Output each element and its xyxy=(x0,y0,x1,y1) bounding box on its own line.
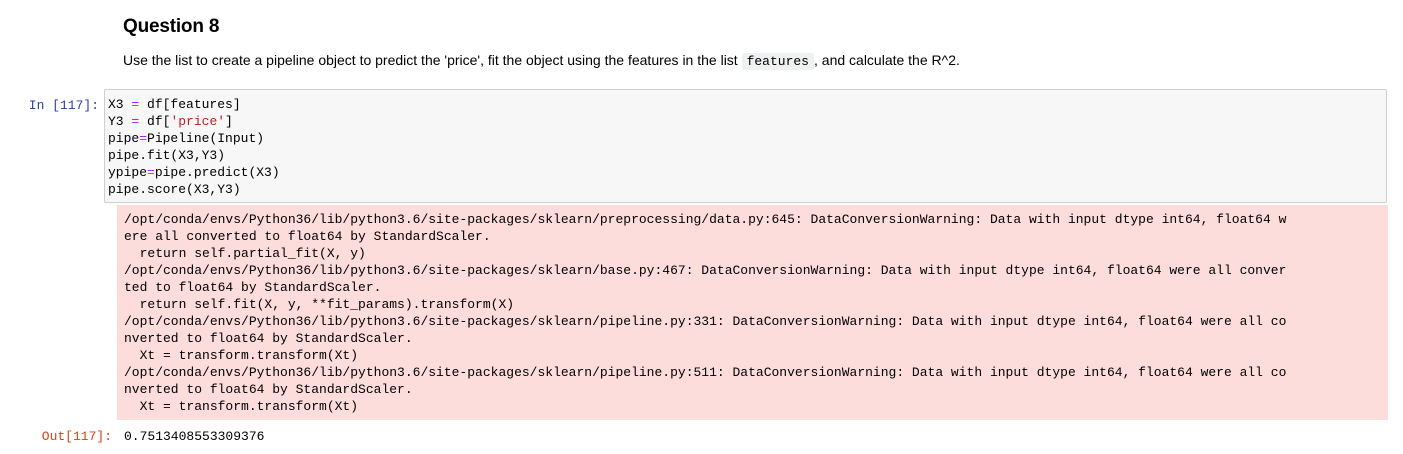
output-prompt: Out[117]: xyxy=(41,429,112,444)
code-token: pipe.predict(X3) xyxy=(154,165,280,180)
code-token: ] xyxy=(225,114,233,129)
stderr-line: Xt = transform.transform(Xt) xyxy=(124,348,359,363)
stderr-line: /opt/conda/envs/Python36/lib/python3.6/s… xyxy=(124,263,1287,278)
stderr-line: nverted to float64 by StandardScaler. xyxy=(124,331,413,346)
description-text-start: Use the list to create a pipeline object… xyxy=(123,52,742,68)
code-token: X3 xyxy=(108,97,132,112)
output-result: 0.7513408553309376 xyxy=(124,429,265,444)
input-prompt: In [117]: xyxy=(28,98,99,113)
code-token: ypipe xyxy=(108,165,148,180)
code-string: 'price' xyxy=(170,114,226,129)
stderr-text: /opt/conda/envs/Python36/lib/python3.6/s… xyxy=(124,211,1286,415)
code-token: df[features] xyxy=(139,97,241,112)
code-token: Y3 xyxy=(108,114,132,129)
code-line: Y3 = df['price'] xyxy=(108,113,280,130)
code-token: pipe xyxy=(108,131,140,146)
code-line: X3 = df[features] xyxy=(108,96,280,113)
code-line: pipe=Pipeline(Input) xyxy=(108,130,280,147)
stderr-line: ted to float64 by StandardScaler. xyxy=(124,280,382,295)
stderr-line: /opt/conda/envs/Python36/lib/python3.6/s… xyxy=(124,365,1287,380)
stderr-line: ere all converted to float64 by Standard… xyxy=(124,229,491,244)
code-line: pipe.score(X3,Y3) xyxy=(108,181,280,198)
code-token: df[ xyxy=(139,114,171,129)
stderr-line: nverted to float64 by StandardScaler. xyxy=(124,382,413,397)
question-description: Use the list to create a pipeline object… xyxy=(123,51,960,71)
stderr-line: return self.partial_fit(X, y) xyxy=(124,246,366,261)
stderr-line: return self.fit(X, y, **fit_params).tran… xyxy=(124,297,515,312)
inline-code-features: features xyxy=(741,53,814,70)
code-token: Pipeline(Input) xyxy=(147,131,265,146)
stderr-line: Xt = transform.transform(Xt) xyxy=(124,399,359,414)
stderr-line: /opt/conda/envs/Python36/lib/python3.6/s… xyxy=(124,212,1287,227)
code-editor[interactable]: X3 = df[features] Y3 = df['price'] pipe=Pi… xyxy=(108,96,280,198)
code-line: ypipe=pipe.predict(X3) xyxy=(108,164,280,181)
stderr-line: /opt/conda/envs/Python36/lib/python3.6/s… xyxy=(124,314,1287,329)
code-input-area[interactable]: X3 = df[features] Y3 = df['price'] pipe=Pi… xyxy=(104,89,1387,203)
stderr-output-area: /opt/conda/envs/Python36/lib/python3.6/s… xyxy=(117,205,1388,420)
code-operator: = xyxy=(147,165,155,180)
question-heading: Question 8 xyxy=(123,16,220,37)
code-operator: = xyxy=(139,131,148,146)
code-token: pipe.fit(X3,Y3) xyxy=(108,148,226,163)
description-text-end: , and calculate the R^2. xyxy=(814,52,960,68)
code-line: pipe.fit(X3,Y3) xyxy=(108,147,280,164)
code-token: pipe.score(X3,Y3) xyxy=(108,182,241,197)
